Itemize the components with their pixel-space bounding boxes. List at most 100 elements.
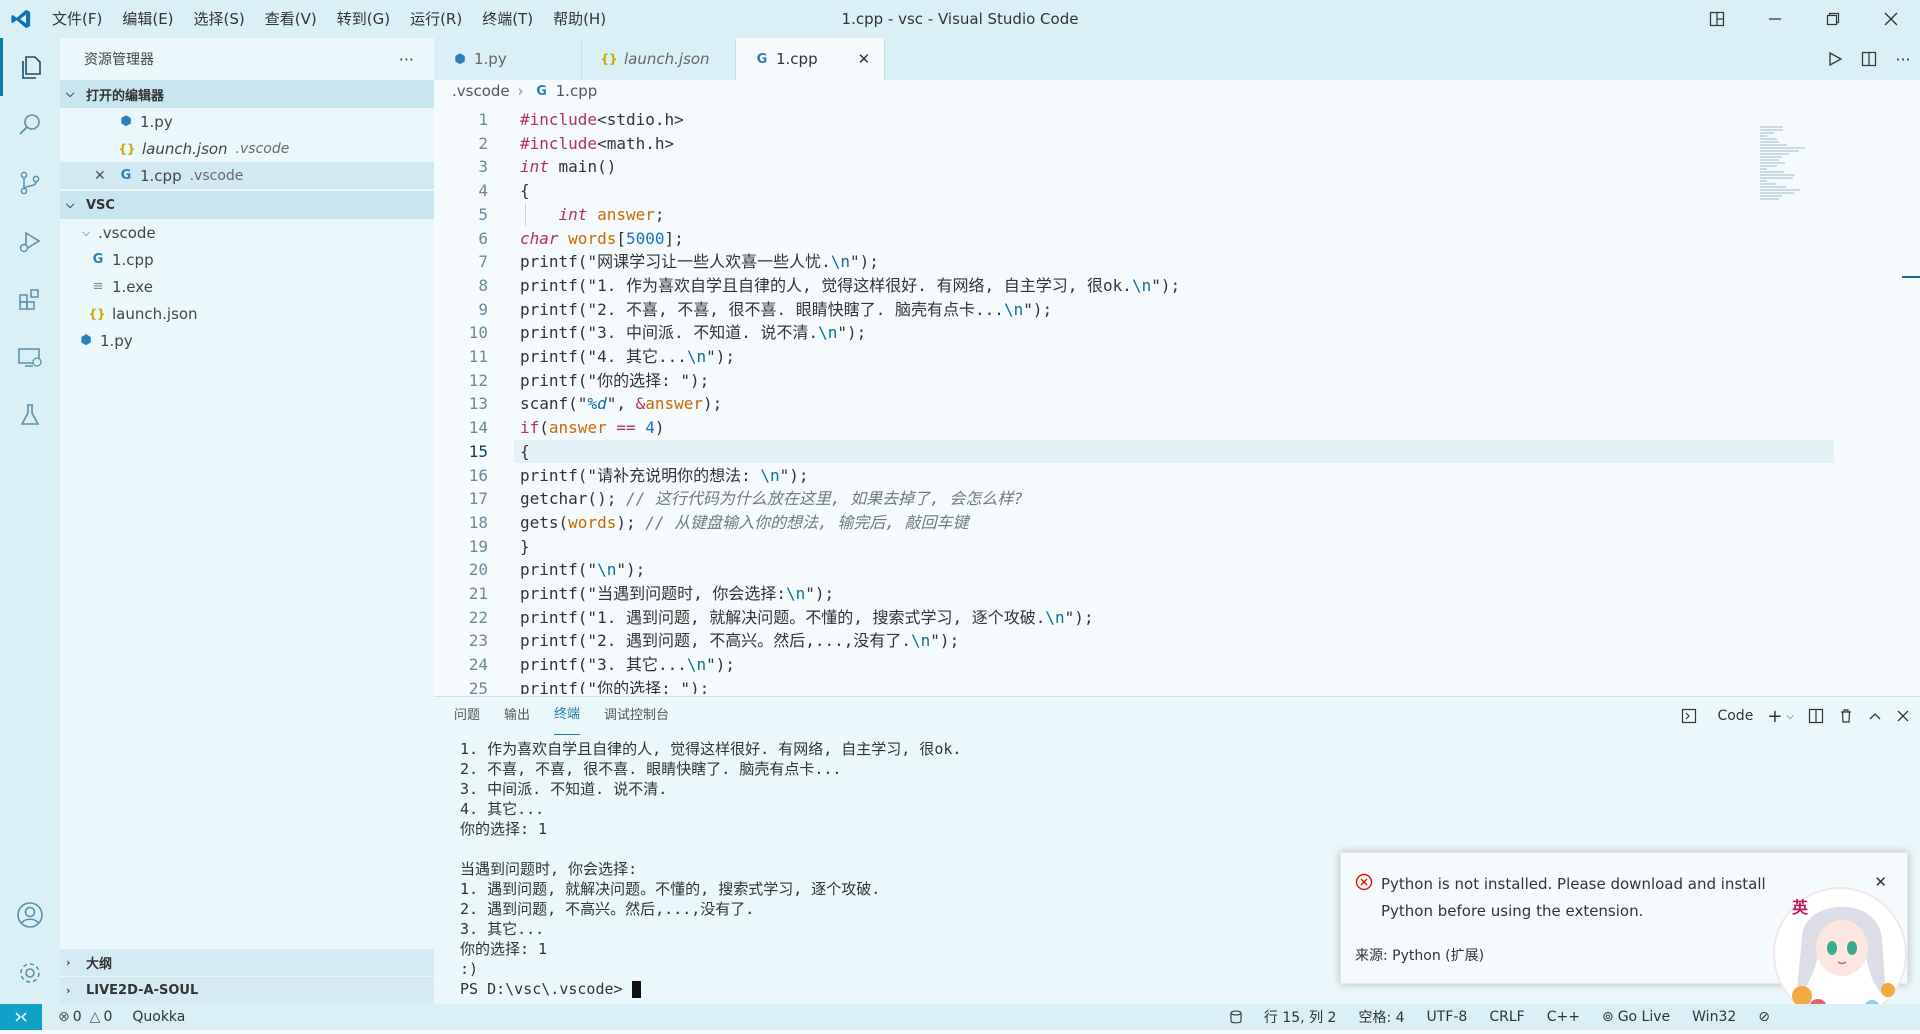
split-terminal-icon[interactable] <box>1808 708 1824 724</box>
code-line[interactable]: printf("\n"); <box>520 558 645 582</box>
code-line[interactable]: printf("3. 中间派. 不知道. 说不清.\n"); <box>520 321 866 345</box>
line-number: 19 <box>468 536 488 556</box>
close-tab-icon[interactable]: ✕ <box>818 50 871 68</box>
code-line[interactable]: #include<stdio.h> <box>520 108 684 132</box>
cursor-position[interactable]: 行 15, 列 2 <box>1264 1007 1337 1027</box>
tab-output[interactable]: 输出 <box>504 697 530 735</box>
tree-file[interactable]: {} launch.json <box>60 300 434 327</box>
remote-icon[interactable] <box>0 1004 42 1030</box>
run-icon[interactable] <box>1818 51 1852 67</box>
code-line[interactable]: gets(words); // 从键盘输入你的想法, 输完后, 敲回车键 <box>520 511 969 535</box>
open-editors-section[interactable]: ⌵ 打开的编辑器 <box>60 80 434 108</box>
menu-view[interactable]: 查看(V) <box>255 0 327 38</box>
language-mode[interactable]: C++ <box>1547 1009 1580 1025</box>
folder-section[interactable]: ⌵ VSC <box>60 191 434 219</box>
menu-goto[interactable]: 转到(G) <box>327 0 400 38</box>
new-terminal-icon[interactable]: + ⌵ <box>1767 706 1794 727</box>
tree-folder[interactable]: ⌵ .vscode <box>60 219 434 246</box>
close-icon[interactable]: ✕ <box>94 168 116 184</box>
testing-icon[interactable] <box>0 386 60 444</box>
tab-problems[interactable]: 问题 <box>454 697 480 735</box>
code-line[interactable]: printf("你的选择: "); <box>520 677 709 694</box>
notifications-bell-icon[interactable]: ⊘ <box>1758 1009 1770 1025</box>
terminal-line: 你的选择: 1 <box>460 820 548 838</box>
tree-file[interactable]: G 1.cpp <box>60 246 434 273</box>
code-line[interactable]: printf("1. 遇到问题, 就解决问题。不懂的, 搜索式学习, 逐个攻破.… <box>520 606 1094 630</box>
line-number: 12 <box>468 370 488 390</box>
minimap[interactable] <box>1760 126 1820 204</box>
indentation[interactable]: 空格: 4 <box>1358 1007 1404 1027</box>
code-line[interactable]: char words[5000]; <box>520 227 684 251</box>
menu-help[interactable]: 帮助(H) <box>543 0 616 38</box>
menu-edit[interactable]: 编辑(E) <box>112 0 183 38</box>
menu-terminal[interactable]: 终端(T) <box>472 0 543 38</box>
code-line[interactable]: printf("你的选择: "); <box>520 369 709 393</box>
outline-section[interactable]: › 大纲 <box>60 949 434 976</box>
close-panel-icon[interactable] <box>1896 709 1910 723</box>
remote-explorer-icon[interactable] <box>0 328 60 386</box>
tree-file[interactable]: ⬢ 1.py <box>60 327 434 354</box>
platform[interactable]: Win32 <box>1692 1009 1736 1025</box>
database-icon[interactable] <box>1230 1010 1242 1024</box>
code-line[interactable]: printf("2. 不喜, 不喜, 很不喜. 眼睛快瞎了. 脑壳有点卡...\… <box>520 298 1052 322</box>
settings-gear-icon[interactable] <box>0 944 60 1002</box>
tab-terminal[interactable]: 终端 <box>554 697 581 735</box>
close-window-icon[interactable] <box>1862 0 1920 38</box>
tab-debug-console[interactable]: 调试控制台 <box>604 697 669 735</box>
code-line[interactable]: printf("当遇到问题时, 你会选择:\n"); <box>520 582 834 606</box>
quokka-status[interactable]: Quokka <box>132 1009 185 1025</box>
breadcrumb-file[interactable]: 1.cpp <box>556 82 598 100</box>
code-line[interactable]: printf("网课学习让一些人欢喜一些人忧.\n"); <box>520 250 879 274</box>
tab-1-cpp[interactable]: G 1.cpp ✕ <box>736 38 886 80</box>
code-line[interactable]: int answer; <box>520 203 665 227</box>
code-line[interactable]: getchar(); // 这行代码为什么放在这里, 如果去掉了, 会怎么样? <box>520 487 1023 511</box>
line-ending[interactable]: CRLF <box>1489 1009 1524 1025</box>
tab-launch-json[interactable]: {} launch.json <box>582 38 736 80</box>
terminal-selector[interactable]: Code <box>1681 708 1753 724</box>
more-actions-icon[interactable]: ··· <box>399 50 414 69</box>
more-actions-icon[interactable]: ··· <box>1886 50 1920 69</box>
menu-selection[interactable]: 选择(S) <box>184 0 255 38</box>
open-editor-item[interactable]: {} launch.json .vscode <box>60 135 434 162</box>
encoding[interactable]: UTF-8 <box>1427 1009 1468 1025</box>
restore-icon[interactable] <box>1804 0 1862 38</box>
split-editor-icon[interactable] <box>1852 51 1886 67</box>
run-debug-icon[interactable] <box>0 212 60 270</box>
terminal-prompt[interactable]: PS D:\vsc\.vscode> <box>460 979 961 999</box>
search-icon[interactable] <box>0 96 60 154</box>
code-line[interactable]: scanf("%d", &answer); <box>520 392 722 416</box>
terminal-output[interactable]: 1. 作为喜欢自学且自律的人, 觉得这样很好. 有网络, 自主学习, 很ok. 2… <box>460 739 961 999</box>
code-line[interactable]: printf("3. 其它...\n"); <box>520 653 735 677</box>
trash-icon[interactable] <box>1838 708 1854 724</box>
open-editor-item[interactable]: ⬢ 1.py <box>60 108 434 135</box>
code-line[interactable]: printf("2. 遇到问题, 不高兴。然后,...,没有了.\n"); <box>520 629 959 653</box>
minimize-icon[interactable] <box>1746 0 1804 38</box>
code-line[interactable]: int main() <box>520 155 616 179</box>
go-live[interactable]: ⊚ Go Live <box>1602 1009 1670 1025</box>
explorer-icon[interactable] <box>0 38 60 96</box>
problems-status[interactable]: ⊗ 0 △ 0 <box>58 1009 112 1025</box>
layout-icon[interactable] <box>1688 0 1746 38</box>
open-editor-item-active[interactable]: ✕ G 1.cpp .vscode <box>60 162 434 189</box>
status-bar-right: 行 15, 列 2 空格: 4 UTF-8 CRLF C++ ⊚ Go Live … <box>1230 1004 1920 1030</box>
maximize-panel-icon[interactable] <box>1868 709 1882 723</box>
line-number: 20 <box>468 560 488 580</box>
code-line[interactable]: printf("4. 其它...\n"); <box>520 345 735 369</box>
menu-file[interactable]: 文件(F) <box>42 0 112 38</box>
code-line[interactable]: } <box>520 535 530 559</box>
code-line[interactable]: if(answer == 4) <box>520 416 665 440</box>
menu-run[interactable]: 运行(R) <box>400 0 472 38</box>
code-line[interactable]: printf("请补充说明你的想法: \n"); <box>520 464 809 488</box>
tab-1-py[interactable]: ⬢ 1.py <box>434 38 582 80</box>
tree-file[interactable]: ≡ 1.exe <box>60 273 434 300</box>
accounts-icon[interactable] <box>0 886 60 944</box>
breadcrumb-folder[interactable]: .vscode <box>452 82 510 100</box>
extensions-icon[interactable] <box>0 270 60 328</box>
source-control-icon[interactable] <box>0 154 60 212</box>
code-line[interactable]: { <box>520 179 530 203</box>
code-line[interactable]: #include<math.h> <box>520 132 674 156</box>
live2d-section[interactable]: › LIVE2D-A-SOUL <box>60 977 434 1004</box>
code-line[interactable]: printf("1. 作为喜欢自学且自律的人, 觉得这样很好. 有网络, 自主学… <box>520 274 1180 298</box>
code-editor[interactable]: 1 #include<stdio.h> 2 #include<math.h> 3 int … <box>434 108 1920 694</box>
code-line[interactable]: { <box>520 440 530 464</box>
